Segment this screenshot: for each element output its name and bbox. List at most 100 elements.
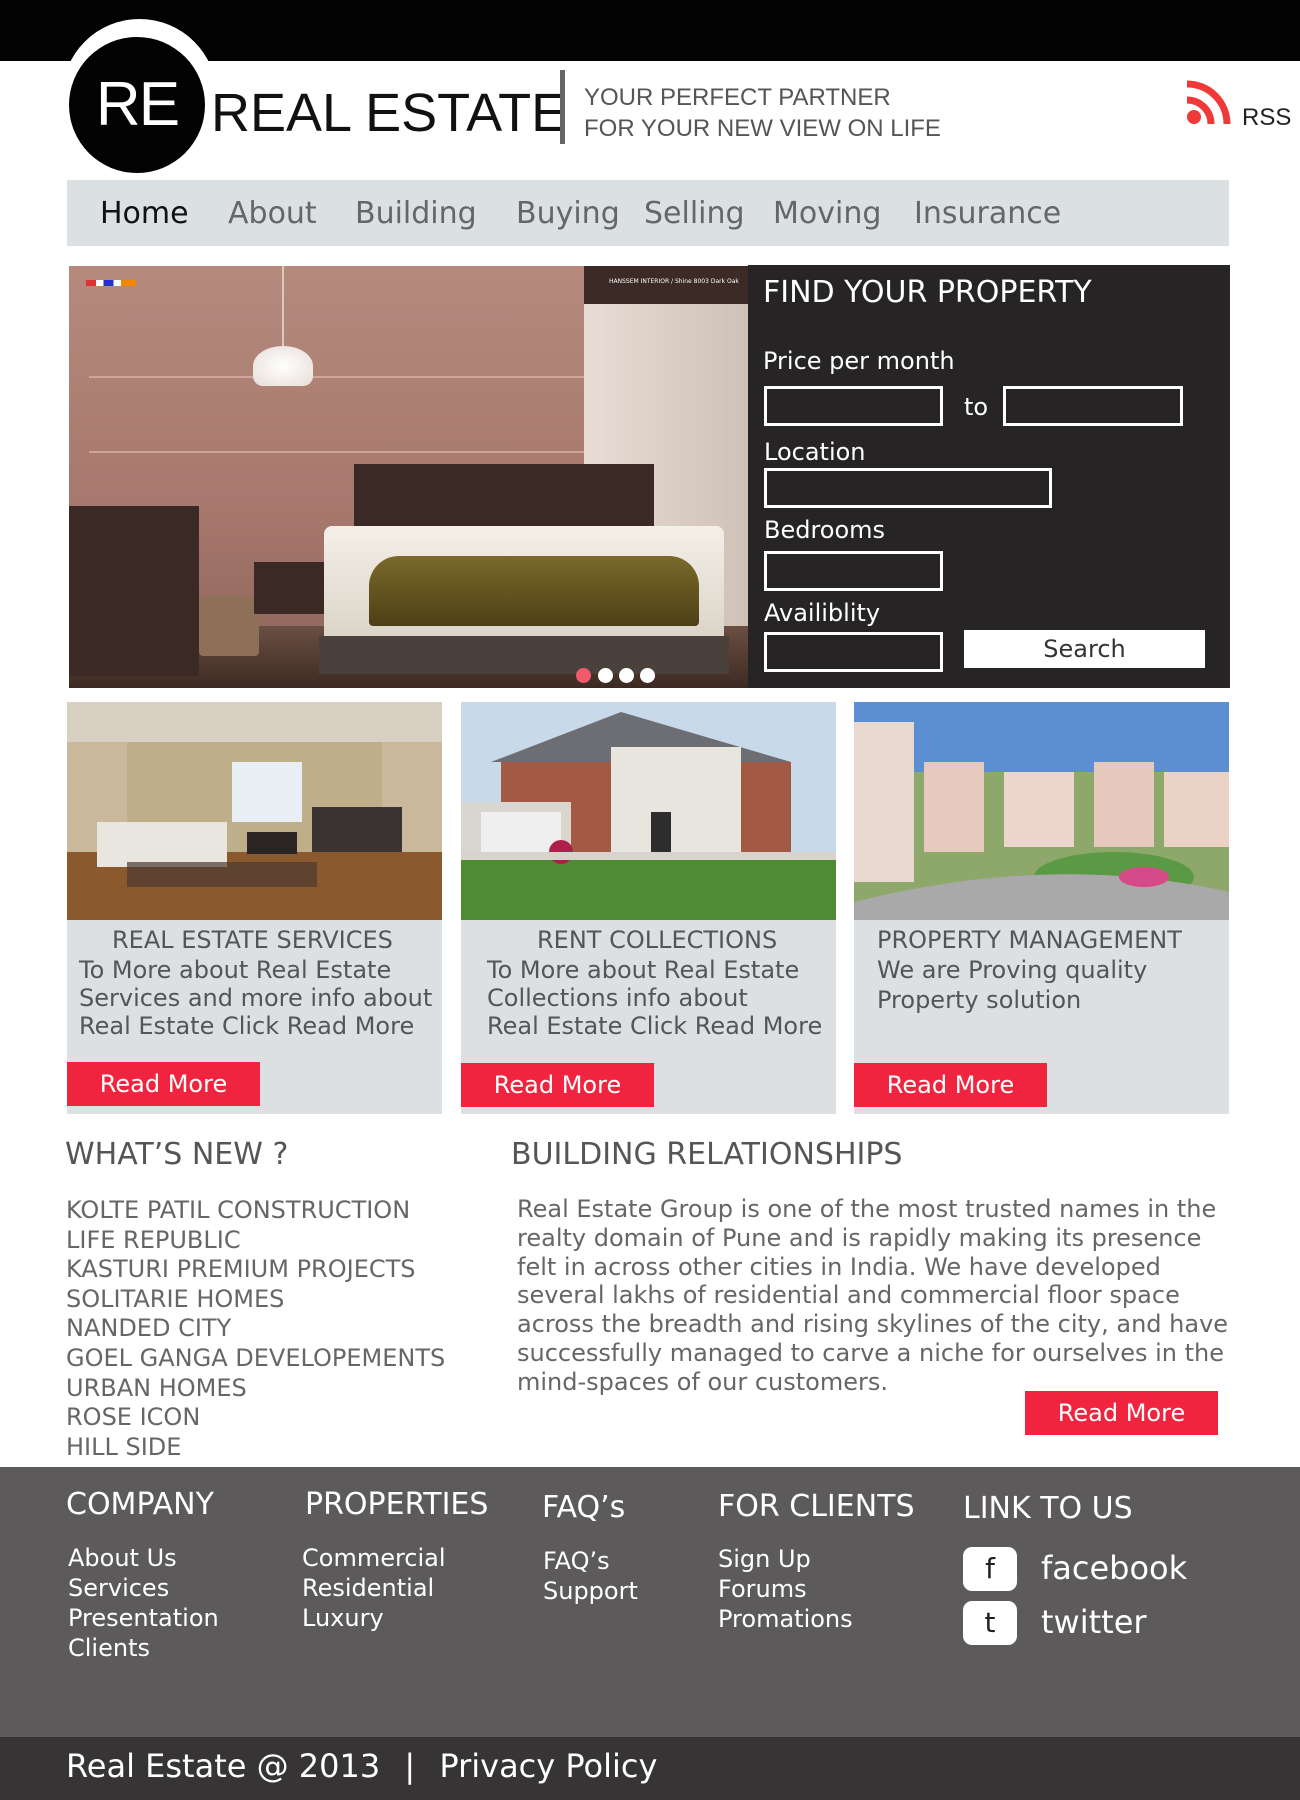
twitter-icon: t — [963, 1601, 1017, 1645]
main-nav: Home About Building Buying Selling Movin… — [67, 180, 1229, 246]
footer-clients-links: Sign Up Forums Promations — [718, 1544, 853, 1634]
wall-panel-line — [89, 451, 589, 453]
house-exterior-photo — [461, 702, 836, 920]
bedrooms-input[interactable] — [764, 551, 943, 591]
nightstand — [254, 562, 329, 614]
footer-link-luxury[interactable]: Luxury — [302, 1603, 446, 1633]
card-rent-collections: RENT COLLECTIONS To More about Real Esta… — [461, 702, 836, 1114]
footer-company-title: COMPANY — [66, 1487, 214, 1522]
nav-about[interactable]: About — [228, 196, 317, 231]
card-text: To More about Real Estate Services and m… — [79, 956, 433, 1040]
card-title: RENT COLLECTIONS — [537, 926, 778, 954]
news-item[interactable]: URBAN HOMES — [66, 1374, 445, 1404]
price-to-label: to — [964, 393, 989, 421]
hero-wardrobe-top — [584, 266, 748, 304]
rss-link[interactable]: RSS — [1184, 74, 1294, 134]
footer-link-residential[interactable]: Residential — [302, 1573, 446, 1603]
copyright-text: Real Estate @ 2013 — [66, 1747, 381, 1785]
copyright-separator: | — [404, 1747, 416, 1785]
wall-panel-line — [89, 376, 589, 378]
bedrooms-label: Bedrooms — [764, 516, 886, 544]
footer-properties-links: Commercial Residential Luxury — [302, 1543, 446, 1633]
footer-faq-links: FAQ’s Support — [543, 1546, 638, 1606]
footer-clients-title: FOR CLIENTS — [718, 1489, 915, 1524]
nav-building[interactable]: Building — [355, 196, 477, 231]
nav-buying[interactable]: Buying — [516, 196, 620, 231]
stool — [199, 596, 259, 656]
slider-dot-2[interactable] — [598, 668, 613, 683]
search-button[interactable]: Search — [964, 630, 1205, 668]
availability-input[interactable] — [764, 632, 943, 672]
bedroom-interior-photo — [67, 702, 442, 920]
footer-link-faqs[interactable]: FAQ’s — [543, 1546, 638, 1576]
whats-new-list: KOLTE PATIL CONSTRUCTION LIFE REPUBLIC K… — [66, 1196, 445, 1462]
property-search-panel: FIND YOUR PROPERTY Price per month to Lo… — [748, 265, 1230, 688]
read-more-button[interactable]: Read More — [854, 1063, 1047, 1107]
bed-throw — [369, 556, 699, 626]
nav-moving[interactable]: Moving — [773, 196, 881, 231]
news-item[interactable]: LIFE REPUBLIC — [66, 1226, 445, 1256]
apartment-complex-photo — [854, 702, 1229, 920]
privacy-policy-link[interactable]: Privacy Policy — [439, 1747, 657, 1785]
rss-label: RSS — [1242, 104, 1292, 131]
read-more-button[interactable]: Read More — [1025, 1391, 1218, 1435]
card-property-management: PROPERTY MANAGEMENT We are Proving quali… — [854, 702, 1229, 1114]
slider-dots — [576, 668, 666, 684]
footer: COMPANY About Us Services Presentation C… — [0, 1467, 1300, 1737]
news-item[interactable]: KOLTE PATIL CONSTRUCTION — [66, 1196, 445, 1226]
copyright: Real Estate @ 2013 | Privacy Policy — [66, 1747, 657, 1785]
copyright-bar: Real Estate @ 2013 | Privacy Policy — [0, 1737, 1300, 1800]
read-more-button[interactable]: Read More — [461, 1063, 654, 1107]
news-item[interactable]: HILL SIDE — [66, 1433, 445, 1463]
search-panel-title: FIND YOUR PROPERTY — [763, 275, 1092, 310]
location-label: Location — [764, 438, 866, 466]
relationships-text: Real Estate Group is one of the most tru… — [517, 1195, 1229, 1396]
hero-slider[interactable]: HANSSEM INTERIOR / Shine 8003 Dark Oak — [69, 266, 748, 688]
tagline-line-2: FOR YOUR NEW VIEW ON LIFE — [584, 115, 941, 142]
footer-link-services[interactable]: Services — [68, 1573, 219, 1603]
facebook-icon: f — [963, 1547, 1017, 1591]
price-from-input[interactable] — [764, 386, 943, 426]
twitter-label: twitter — [1041, 1603, 1147, 1641]
tagline-line-1: YOUR PERFECT PARTNER — [584, 84, 891, 111]
facebook-label: facebook — [1041, 1549, 1188, 1587]
news-item[interactable]: GOEL GANGA DEVELOPEMENTS — [66, 1344, 445, 1374]
footer-link-clients[interactable]: Clients — [68, 1633, 219, 1663]
price-to-input[interactable] — [1003, 386, 1183, 426]
card-text: We are Proving quality Property solution — [877, 956, 1148, 1014]
slider-dot-3[interactable] — [619, 668, 634, 683]
footer-link-presentation[interactable]: Presentation — [68, 1603, 219, 1633]
footer-properties-title: PROPERTIES — [305, 1487, 489, 1522]
lamp-cord — [282, 266, 284, 348]
footer-link-sign-up[interactable]: Sign Up — [718, 1544, 853, 1574]
read-more-button[interactable]: Read More — [67, 1062, 260, 1106]
pendant-lamp — [253, 346, 313, 386]
nav-insurance[interactable]: Insurance — [914, 196, 1061, 231]
news-item[interactable]: KASTURI PREMIUM PROJECTS — [66, 1255, 445, 1285]
tagline: YOUR PERFECT PARTNER FOR YOUR NEW VIEW O… — [584, 82, 941, 144]
footer-link-commercial[interactable]: Commercial — [302, 1543, 446, 1573]
slider-dot-1[interactable] — [576, 668, 591, 683]
news-item[interactable]: ROSE ICON — [66, 1403, 445, 1433]
slider-dot-4[interactable] — [640, 668, 655, 683]
footer-link-support[interactable]: Support — [543, 1576, 638, 1606]
location-input[interactable] — [764, 468, 1052, 508]
card-title: REAL ESTATE SERVICES — [112, 926, 393, 954]
facebook-link[interactable]: f facebook — [963, 1547, 1293, 1593]
twitter-link[interactable]: t twitter — [963, 1601, 1293, 1647]
relationships-title: BUILDING RELATIONSHIPS — [511, 1137, 903, 1172]
availability-label: Availiblity — [764, 599, 881, 627]
whats-new-title: WHAT’S NEW ? — [65, 1137, 289, 1172]
logo[interactable]: RE — [69, 37, 205, 173]
nav-home[interactable]: Home — [100, 196, 189, 231]
news-item[interactable]: SOLITARIE HOMES — [66, 1285, 445, 1315]
footer-link-about-us[interactable]: About Us — [68, 1543, 219, 1573]
brand-name: REAL ESTATE — [211, 83, 568, 143]
news-item[interactable]: NANDED CITY — [66, 1314, 445, 1344]
nav-selling[interactable]: Selling — [644, 196, 745, 231]
dresser — [69, 506, 199, 676]
footer-faq-title: FAQ’s — [542, 1490, 626, 1525]
footer-link-forums[interactable]: Forums — [718, 1574, 853, 1604]
footer-link-promations[interactable]: Promations — [718, 1604, 853, 1634]
price-label: Price per month — [763, 347, 955, 375]
